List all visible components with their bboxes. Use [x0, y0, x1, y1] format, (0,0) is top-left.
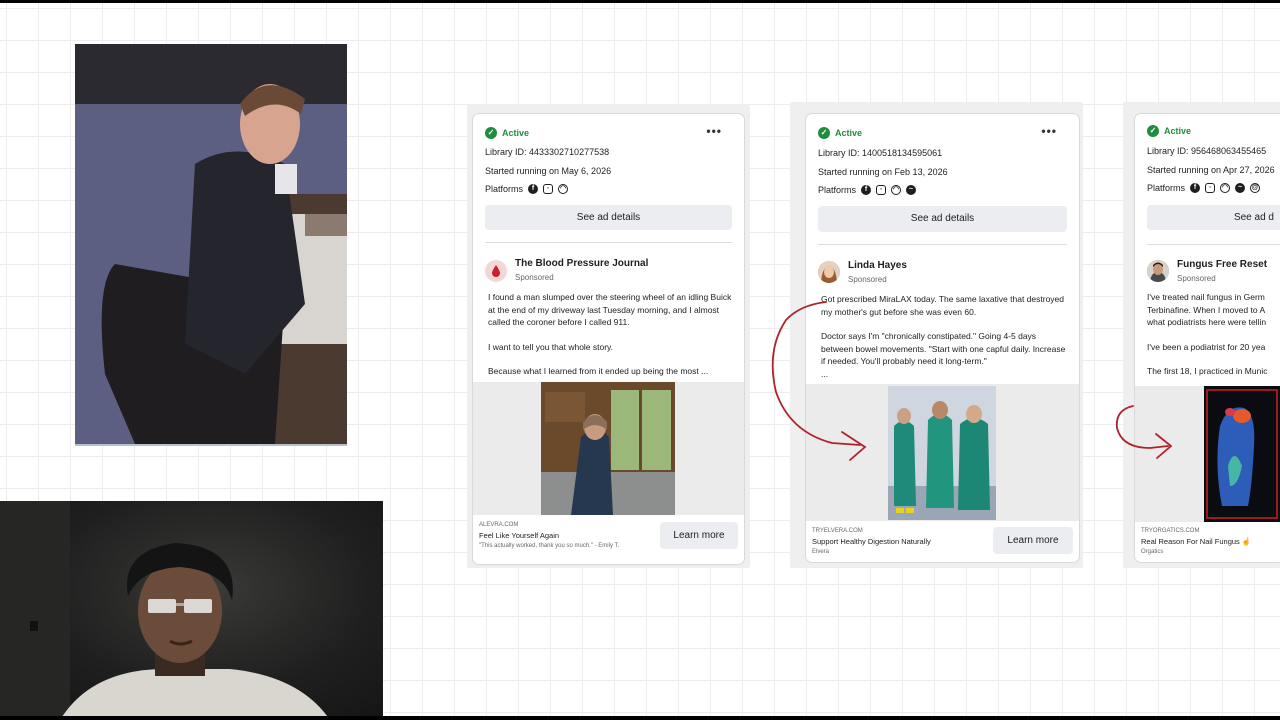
kitchen-woman-illustration — [541, 382, 675, 515]
advertiser-name[interactable]: Fungus Free Reset — [1177, 259, 1267, 270]
cta-domain: TRYORGATICS.COM — [1141, 528, 1200, 534]
surgeons-illustration — [888, 386, 996, 520]
ad-body-paragraph: I found a man slumped over the steering … — [488, 292, 732, 327]
platforms-label: Platforms — [818, 185, 857, 195]
library-id: Library ID: 956468063455465 — [1147, 146, 1267, 156]
sponsored-label: Sponsored — [1177, 274, 1216, 283]
man-portrait-icon — [1147, 260, 1169, 282]
facebook-icon: f — [1190, 183, 1201, 193]
advertiser-avatar — [1147, 260, 1169, 282]
ad-card-frame-3: ✓ Active Library ID: 956468063455465 Sta… — [1123, 102, 1280, 568]
advertiser-name[interactable]: Linda Hayes — [848, 260, 907, 271]
instagram-icon: ◦ — [876, 185, 887, 195]
sponsored-label: Sponsored — [515, 273, 554, 282]
status-text: Active — [1164, 126, 1192, 136]
audience-network-icon: ◠ — [1220, 183, 1231, 193]
ad-card: ✓ Active ••• Library ID: 443330271027753… — [473, 114, 744, 564]
learn-more-button[interactable]: Learn more — [660, 522, 738, 549]
hearing-photo-illustration — [75, 44, 347, 444]
woman-portrait-icon — [818, 261, 840, 283]
instagram-icon: ◦ — [543, 184, 554, 194]
ad-body-paragraph: Got prescribed MiraLAX today. The same l… — [821, 294, 1065, 317]
platforms-row: Platforms f ◦ ◠ ~ — [818, 185, 917, 195]
ad-body-paragraph: Doctor says I'm "chronically constipated… — [821, 331, 1066, 366]
messenger-icon: ~ — [1235, 183, 1246, 193]
advertiser-name[interactable]: The Blood Pressure Journal — [515, 258, 648, 269]
status-row: ✓ Active — [818, 127, 862, 139]
divider — [1147, 244, 1280, 245]
audience-network-icon: ◠ — [891, 185, 902, 195]
see-ad-details-button[interactable]: See ad details — [485, 205, 732, 230]
ad-media[interactable] — [1135, 386, 1280, 522]
see-ad-details-button[interactable]: See ad d — [1147, 205, 1280, 230]
started-running: Started running on May 6, 2026 — [485, 166, 612, 176]
ad-card-frame-1: ✓ Active ••• Library ID: 443330271027753… — [467, 104, 750, 568]
audience-network-icon: ◠ — [558, 184, 569, 194]
top-border — [0, 0, 1280, 3]
cta-domain: ALEVRA.COM — [479, 522, 519, 528]
instagram-icon: ◦ — [1205, 183, 1216, 193]
status-row: ✓ Active — [485, 127, 529, 139]
platforms-row: Platforms f ◦ ◠ ~ @ — [1147, 183, 1261, 193]
messenger-icon: ~ — [906, 185, 917, 195]
status-row: ✓ Active — [1147, 125, 1191, 137]
ad-body-paragraph: I've been a podiatrist for 20 yea — [1147, 341, 1266, 352]
ad-image-thermal-foot — [1204, 386, 1280, 522]
ad-body-paragraph: ... — [821, 368, 829, 379]
sponsored-label: Sponsored — [848, 275, 887, 284]
ad-body-paragraph: I want to tell you that whole story. — [488, 341, 614, 352]
see-ad-details-button[interactable]: See ad details — [818, 206, 1067, 232]
blood-drop-icon — [492, 265, 500, 277]
facebook-icon: f — [528, 184, 539, 194]
platforms-label: Platforms — [1147, 183, 1186, 193]
more-options-icon[interactable]: ••• — [706, 124, 722, 138]
ad-body-paragraph: Because what I learned from it ended up … — [488, 366, 709, 376]
divider — [818, 244, 1067, 245]
cta-subtext: "This actually worked, thank you so much… — [479, 543, 620, 549]
active-check-icon: ✓ — [1147, 125, 1159, 137]
cta-subtext: Orgatics — [1141, 549, 1164, 555]
ad-media[interactable] — [473, 382, 744, 515]
advertiser-avatar — [485, 260, 507, 282]
cta-domain: TRYELVERA.COM — [812, 528, 863, 534]
ad-image-surgeons — [888, 386, 996, 520]
started-running: Started running on Apr 27, 2026 — [1147, 165, 1275, 175]
active-check-icon: ✓ — [485, 127, 497, 139]
started-running: Started running on Feb 13, 2026 — [818, 167, 948, 177]
ad-body-text: I've treated nail fungus in Germ Terbina… — [1147, 291, 1280, 390]
facebook-icon: f — [861, 185, 872, 195]
hearing-photo — [75, 44, 347, 446]
library-id: Library ID: 1400518134595061 — [818, 148, 943, 158]
ad-body-text: Got prescribed MiraLAX today. The same l… — [821, 293, 1067, 392]
bottom-border — [0, 716, 1280, 720]
ad-card-frame-2: ✓ Active ••• Library ID: 140051813459506… — [790, 102, 1083, 568]
ad-card: ✓ Active Library ID: 956468063455465 Sta… — [1135, 114, 1280, 562]
ad-media[interactable] — [806, 384, 1079, 521]
ad-body-paragraph: I've treated nail fungus in Germ Terbina… — [1147, 292, 1267, 327]
platforms-row: Platforms f ◦ ◠ — [485, 184, 569, 194]
library-id: Library ID: 4433302710277538 — [485, 147, 610, 157]
cta-headline[interactable]: Real Reason For Nail Fungus ☝ — [1141, 537, 1251, 546]
active-check-icon: ✓ — [818, 127, 830, 139]
webcam-person-illustration — [0, 501, 330, 720]
threads-icon: @ — [1250, 183, 1261, 193]
ad-body-text: I found a man slumped over the steering … — [488, 291, 732, 390]
ad-image-kitchen — [541, 382, 675, 515]
ad-card: ✓ Active ••• Library ID: 140051813459506… — [806, 114, 1079, 562]
more-options-icon[interactable]: ••• — [1041, 124, 1057, 138]
cta-headline[interactable]: Feel Like Yourself Again — [479, 531, 559, 540]
ad-body-paragraph: The first 18, I practiced in Munic — [1147, 366, 1268, 376]
platforms-label: Platforms — [485, 184, 524, 194]
learn-more-button[interactable]: Learn more — [993, 527, 1073, 554]
advertiser-avatar — [818, 261, 840, 283]
status-text: Active — [835, 128, 863, 138]
status-text: Active — [502, 128, 530, 138]
cta-subtext: Elvera — [812, 549, 830, 555]
cta-headline[interactable]: Support Healthy Digestion Naturally — [812, 537, 931, 546]
thermal-foot-illustration — [1204, 386, 1280, 522]
webcam-feed — [0, 501, 383, 720]
divider — [485, 242, 732, 243]
